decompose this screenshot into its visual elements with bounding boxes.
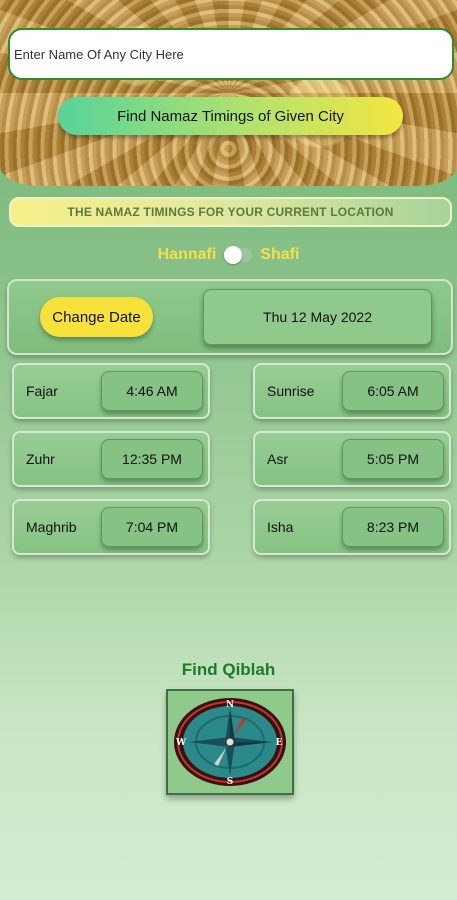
prayer-name: Sunrise	[267, 383, 315, 399]
compass-west-label: W	[175, 738, 187, 748]
prayer-time: 5:05 PM	[342, 439, 444, 479]
prayer-time: 12:35 PM	[101, 439, 203, 479]
madhab-selector: Hannafi Shafi	[0, 243, 457, 267]
toggle-knob	[224, 246, 243, 264]
prayer-name: Zuhr	[26, 451, 55, 467]
prayer-card-sunrise: Sunrise 6:05 AM	[253, 363, 451, 419]
prayer-name: Fajar	[26, 383, 58, 399]
compass-south-label: S	[227, 777, 234, 787]
prayer-card-isha: Isha 8:23 PM	[253, 499, 451, 555]
hannafi-label: Hannafi	[157, 246, 217, 263]
prayer-name: Asr	[267, 451, 288, 467]
prayer-card-fajar: Fajar 4:46 AM	[12, 363, 210, 419]
compass-north-label: N	[226, 700, 234, 710]
current-location-banner: THE NAMAZ TIMINGS FOR YOUR CURRENT LOCAT…	[9, 197, 452, 227]
compass-icon: N S E W	[174, 698, 286, 787]
change-date-button[interactable]: Change Date	[40, 297, 153, 337]
find-qiblah-title: Find Qiblah	[181, 660, 276, 679]
qiblah-compass-button[interactable]: N S E W	[166, 689, 294, 795]
prayer-name: Maghrib	[26, 519, 77, 535]
date-card: Change Date Thu 12 May 2022	[7, 279, 453, 355]
prayer-card-maghrib: Maghrib 7:04 PM	[12, 499, 210, 555]
prayer-time: 7:04 PM	[101, 507, 203, 547]
city-search-input[interactable]	[8, 28, 454, 80]
find-timings-button[interactable]: Find Namaz Timings of Given City	[58, 97, 403, 135]
shafi-label: Shafi	[260, 246, 300, 263]
madhab-toggle[interactable]	[224, 246, 253, 264]
current-date-display: Thu 12 May 2022	[203, 289, 432, 345]
prayer-card-asr: Asr 5:05 PM	[253, 431, 451, 487]
prayer-time: 4:46 AM	[101, 371, 203, 411]
compass-east-label: E	[276, 738, 283, 748]
prayer-name: Isha	[267, 519, 294, 535]
prayer-time: 8:23 PM	[342, 507, 444, 547]
prayer-time: 6:05 AM	[342, 371, 444, 411]
prayer-card-zuhr: Zuhr 12:35 PM	[12, 431, 210, 487]
